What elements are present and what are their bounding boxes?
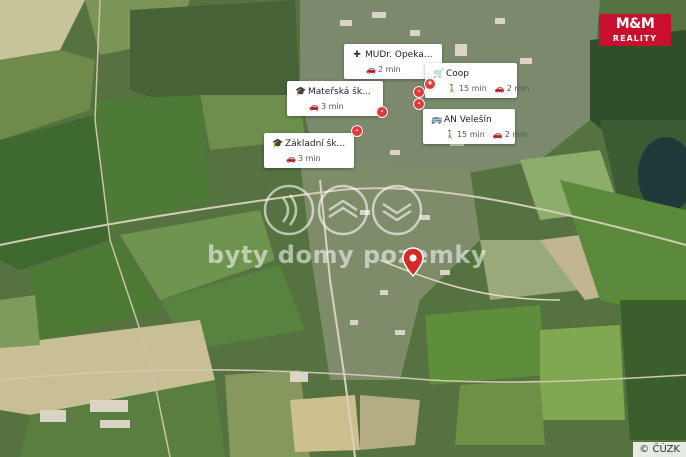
car-icon: 🚗 [492,130,503,139]
car-icon: 🚗 [309,102,319,111]
poi-dot-school[interactable]: ▪ [351,125,363,137]
poi-dot-doctor[interactable]: ✚ [424,78,436,90]
poi-name: AN Velešín [444,115,492,125]
school-icon: 🎓 [272,139,284,149]
poi-drive-time: 2 min [504,130,528,139]
poi-name: Mateřská škola v... [308,87,375,97]
poi-card-coop[interactable]: 🛒 Coop 🚶 15 min 🚗 2 min [425,63,529,98]
poi-drive-time: 3 min [297,154,321,163]
watermark-text: byty domy pozemky [207,241,487,269]
watermark-logo-icon [263,184,423,236]
poi-drive-time: 2 min [377,65,401,74]
brand-logo: M&M REALITY [599,14,671,46]
medical-icon: ✚ [353,50,361,60]
poi-card-kindergarten[interactable]: 🎓Mateřská škola v... 🚗3 min [287,81,383,116]
map-attribution: © ČÚZK [633,442,686,457]
poi-name: Základní škola Ve... [285,139,346,149]
car-icon: 🚗 [366,65,376,74]
poi-dot-bus[interactable]: ▪ [413,98,425,110]
poi-dot-coop[interactable]: ▪ [413,86,425,98]
car-icon: 🚗 [494,84,505,93]
poi-drive-time: 2 min [506,84,530,93]
car-icon: 🚗 [286,154,296,163]
bus-icon: 🚌 [431,115,443,125]
poi-card-bus-station[interactable]: 🚌 AN Velešín 🚶 15 min 🚗 2 min [423,109,527,144]
poi-card-primary-school[interactable]: 🎓Základní škola Ve... 🚗3 min [264,133,354,168]
poi-drive-time: 3 min [320,102,344,111]
logo-bottom-text: REALITY [612,34,658,43]
walk-icon: 🚶 [445,130,455,139]
walk-icon: 🚶 [447,84,457,93]
poi-name: MUDr. Opekar Ivo [365,50,434,60]
poi-walk-time: 15 min [456,130,485,139]
location-pin-icon[interactable] [402,247,424,277]
poi-dot-kindergarten[interactable]: ▪ [376,106,388,118]
cart-icon: 🛒 [433,69,445,79]
poi-name: Coop [446,69,470,79]
logo-top-text: M&M [615,16,655,32]
map-view[interactable]: byty domy pozemky M&M REALITY ✚ MUDr. Ope… [0,0,686,457]
poi-walk-time: 15 min [458,84,487,93]
school-icon: 🎓 [295,87,307,97]
